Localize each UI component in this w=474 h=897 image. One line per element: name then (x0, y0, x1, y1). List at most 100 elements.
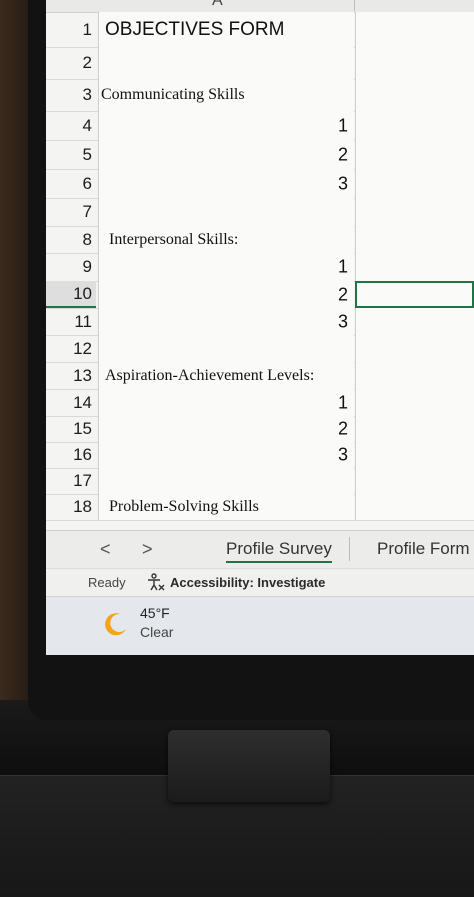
row-number[interactable]: 5 (46, 140, 96, 169)
cell-b13[interactable] (355, 362, 474, 389)
table-row: 11 3 (46, 308, 474, 336)
cell-text: Aspiration-Achievement Levels: (105, 366, 315, 384)
cell-a11[interactable]: 3 (98, 308, 354, 335)
table-row: 6 3 (46, 169, 474, 199)
status-ready: Ready (88, 575, 126, 590)
cell-b3[interactable] (355, 79, 474, 111)
table-row: 13 Aspiration-Achievement Levels: (46, 362, 474, 390)
cell-a4[interactable]: 1 (98, 111, 354, 140)
cell-b2[interactable] (355, 47, 474, 79)
excel-window: A 1 OBJECTIVES FORM 2 3 Communicating Sk… (46, 0, 474, 655)
table-row: 1 OBJECTIVES FORM (46, 12, 474, 48)
table-row: 12 (46, 335, 474, 363)
cell-text: Problem-Solving Skills (109, 498, 259, 515)
column-header-b[interactable] (354, 0, 474, 11)
row-number[interactable]: 7 (46, 198, 96, 226)
accessibility-status[interactable]: Accessibility: Investigate (170, 575, 325, 590)
cell-a12[interactable] (98, 335, 354, 362)
row-number[interactable]: 6 (46, 169, 96, 198)
row-number[interactable]: 14 (46, 389, 96, 416)
row-number[interactable]: 12 (46, 335, 96, 362)
cell-a16[interactable]: 3 (98, 442, 354, 468)
active-cell-b10[interactable] (355, 281, 474, 308)
row-number[interactable]: 16 (46, 442, 96, 468)
cell-a13[interactable]: Aspiration-Achievement Levels: (98, 362, 354, 389)
table-row: 14 1 (46, 389, 474, 417)
row-number[interactable]: 1 (46, 12, 96, 47)
row-number[interactable]: 18 (46, 494, 96, 520)
cell-a3[interactable]: Communicating Skills (98, 79, 354, 111)
cell-a15[interactable]: 2 (98, 416, 354, 442)
cell-b18[interactable] (355, 494, 474, 520)
column-header-a[interactable]: A (212, 0, 223, 10)
cell-b15[interactable] (355, 416, 474, 442)
cell-b12[interactable] (355, 335, 474, 362)
row-number[interactable]: 15 (46, 416, 96, 442)
cell-text: Communicating Skills (101, 86, 245, 103)
cell-b17[interactable] (355, 468, 474, 494)
cell-a9[interactable]: 1 (98, 253, 354, 281)
row-number[interactable]: 8 (46, 226, 96, 253)
sheet-tab-bar: < > Profile Survey Profile Form (46, 530, 474, 569)
table-row: 16 3 (46, 442, 474, 469)
table-row: 8 Interpersonal Skills: (46, 226, 474, 254)
cell-text: OBJECTIVES FORM (105, 18, 285, 40)
status-bar: Ready Accessibility: Investigate (46, 568, 474, 597)
cell-value: 2 (337, 144, 348, 164)
cell-b6[interactable] (355, 169, 474, 198)
cell-a14[interactable]: 1 (98, 389, 354, 416)
cell-value: 3 (337, 444, 348, 465)
table-row: 3 Communicating Skills (46, 79, 474, 112)
row-number[interactable]: 17 (46, 468, 96, 494)
cell-value: 3 (337, 173, 348, 193)
row-number[interactable]: 13 (46, 362, 96, 389)
cell-b8[interactable] (355, 226, 474, 253)
prev-sheet-button[interactable]: < (100, 539, 111, 560)
next-sheet-button[interactable]: > (142, 539, 153, 560)
weather-temperature[interactable]: 45°F (140, 605, 170, 621)
cell-a18[interactable]: Problem-Solving Skills (98, 494, 354, 520)
cell-a2[interactable] (98, 47, 354, 79)
table-row: 17 (46, 468, 474, 495)
tab-profile-survey[interactable]: Profile Survey (226, 539, 332, 563)
cell-value: 3 (337, 311, 348, 331)
row-number[interactable]: 11 (46, 308, 96, 335)
table-row: 7 (46, 198, 474, 227)
table-row: 15 2 (46, 416, 474, 443)
row-number[interactable]: 4 (46, 111, 96, 140)
cell-b11[interactable] (355, 308, 474, 335)
cell-b1[interactable] (355, 12, 474, 47)
laptop-hinge (168, 730, 330, 802)
cell-b14[interactable] (355, 389, 474, 416)
row-number-selected[interactable]: 10 (46, 281, 96, 308)
tab-divider (349, 537, 350, 561)
cell-value: 2 (337, 418, 348, 439)
table-row: 4 1 (46, 111, 474, 141)
table-row: 10 2 (46, 281, 474, 309)
table-row: 9 1 (46, 253, 474, 282)
cell-a6[interactable]: 3 (98, 169, 354, 198)
cell-a17[interactable] (98, 468, 354, 494)
cell-b16[interactable] (355, 442, 474, 468)
row-number[interactable]: 3 (46, 79, 96, 111)
cell-a10[interactable]: 2 (98, 281, 354, 308)
cell-b9[interactable] (355, 253, 474, 281)
cell-b7[interactable] (355, 198, 474, 226)
accessibility-icon[interactable] (146, 572, 166, 595)
cell-a8[interactable]: Interpersonal Skills: (98, 226, 354, 253)
row-number[interactable]: 2 (46, 47, 96, 79)
cell-value: 1 (337, 256, 348, 277)
row-number[interactable]: 9 (46, 253, 96, 281)
moon-icon[interactable] (102, 611, 128, 637)
table-row: 5 2 (46, 140, 474, 170)
cell-a1[interactable]: OBJECTIVES FORM (98, 12, 354, 47)
weather-condition[interactable]: Clear (140, 624, 173, 640)
cell-a7[interactable] (98, 198, 354, 226)
cell-text: Interpersonal Skills: (109, 230, 239, 248)
cell-b4[interactable] (355, 111, 474, 140)
cell-a5[interactable]: 2 (98, 140, 354, 169)
cell-b5[interactable] (355, 140, 474, 169)
cell-value: 2 (337, 284, 348, 304)
table-row: 2 (46, 47, 474, 80)
tab-profile-form[interactable]: Profile Form (377, 539, 470, 559)
